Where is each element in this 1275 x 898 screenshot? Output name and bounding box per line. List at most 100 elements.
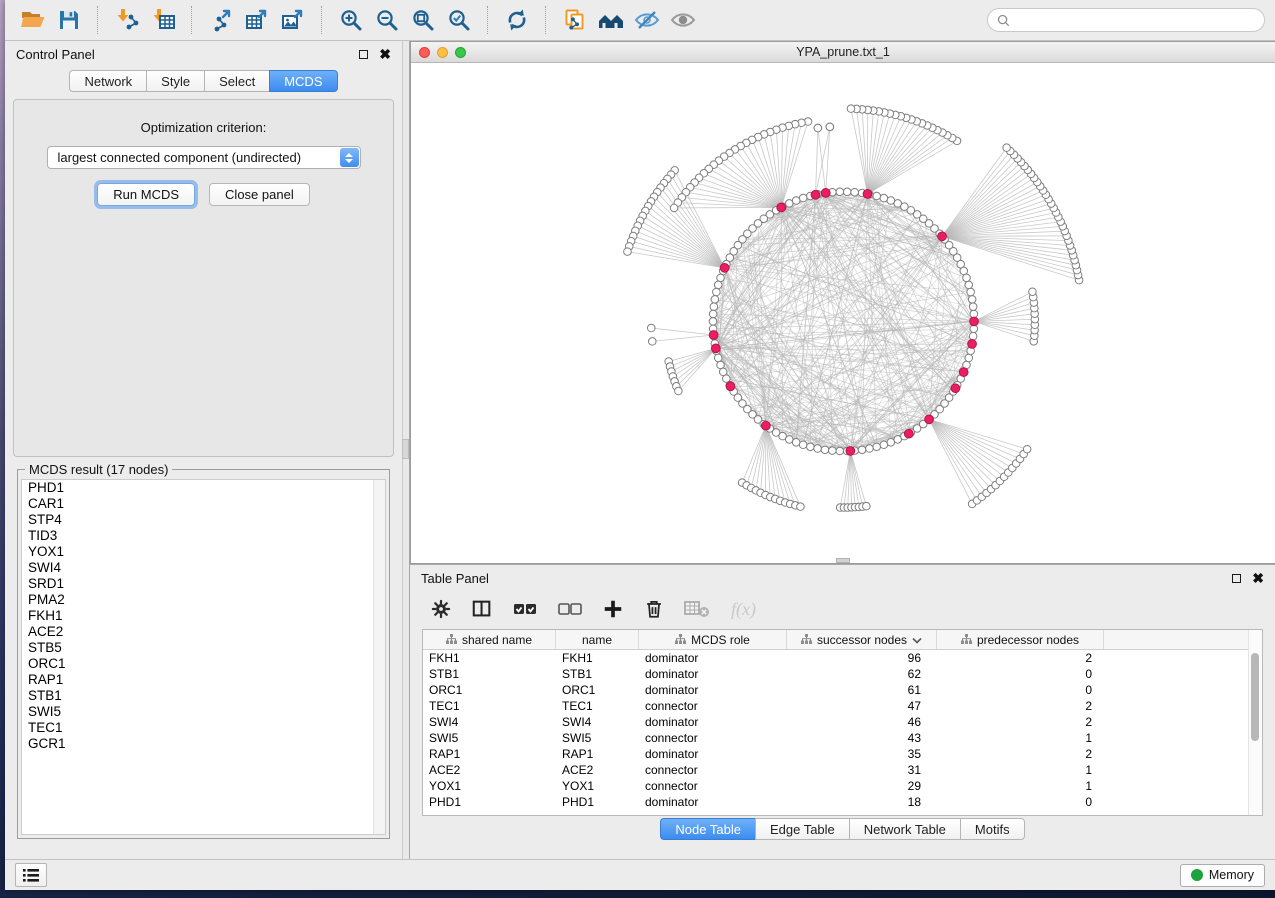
- network-node[interactable]: [714, 281, 722, 289]
- column-header-predecessor-nodes[interactable]: predecessor nodes: [937, 630, 1104, 649]
- column-header-MCDS-role[interactable]: MCDS role: [639, 630, 787, 649]
- table-row[interactable]: RAP1RAP1dominator352: [423, 746, 1262, 762]
- network-node[interactable]: [799, 441, 807, 449]
- network-node[interactable]: [792, 439, 800, 447]
- window-maximize-icon[interactable]: [455, 47, 466, 58]
- column-header-name[interactable]: name: [556, 630, 639, 649]
- network-node[interactable]: [713, 288, 721, 296]
- network-node[interactable]: [624, 248, 632, 256]
- network-node[interactable]: [829, 447, 837, 455]
- run-mcds-button[interactable]: Run MCDS: [97, 183, 195, 206]
- network-node[interactable]: [675, 387, 683, 395]
- network-node[interactable]: [717, 274, 725, 282]
- list-item[interactable]: ORC1: [22, 656, 385, 672]
- open-session-button[interactable]: [15, 4, 51, 36]
- tab-network[interactable]: Network: [69, 70, 146, 92]
- network-node[interactable]: [967, 288, 975, 296]
- network-node[interactable]: [880, 194, 888, 202]
- network-node[interactable]: [711, 296, 719, 304]
- list-item[interactable]: ACE2: [22, 624, 385, 640]
- list-item[interactable]: TEC1: [22, 720, 385, 736]
- memory-button[interactable]: Memory: [1180, 864, 1265, 887]
- network-node[interactable]: [709, 310, 717, 318]
- network-node[interactable]: [968, 296, 976, 304]
- network-node[interactable]: [880, 441, 888, 449]
- network-node[interactable]: [1003, 144, 1011, 152]
- horizontal-splitter-handle[interactable]: [836, 558, 850, 563]
- mcds-dominator-node[interactable]: [761, 421, 770, 430]
- table-row[interactable]: STB1STB1dominator620: [423, 666, 1262, 682]
- close-panel-button[interactable]: Close panel: [209, 183, 310, 206]
- network-node[interactable]: [847, 105, 855, 113]
- tab-node-table[interactable]: Node Table: [660, 818, 755, 840]
- mcds-dominator-node[interactable]: [811, 190, 820, 199]
- network-node[interactable]: [866, 445, 874, 453]
- table-row[interactable]: ORC1ORC1dominator610: [423, 682, 1262, 698]
- select-all-rows-button[interactable]: [512, 598, 538, 623]
- mcds-dominator-node[interactable]: [959, 368, 968, 377]
- network-node[interactable]: [836, 188, 844, 196]
- table-row[interactable]: ACE2ACE2connector311: [423, 762, 1262, 778]
- tab-select[interactable]: Select: [204, 70, 269, 92]
- list-item[interactable]: SRD1: [22, 576, 385, 592]
- search-input[interactable]: [1015, 12, 1255, 28]
- new-network-from-selection-button[interactable]: [557, 4, 593, 36]
- column-header-shared-name[interactable]: shared name: [423, 630, 556, 649]
- mcds-dominator-node[interactable]: [970, 317, 979, 326]
- window-minimize-icon[interactable]: [437, 47, 448, 58]
- zoom-out-button[interactable]: [369, 4, 405, 36]
- first-neighbors-button[interactable]: [593, 4, 629, 36]
- vertical-splitter[interactable]: [402, 41, 410, 859]
- mcds-dominator-node[interactable]: [863, 190, 872, 199]
- mcds-result-scrollbar[interactable]: [373, 480, 385, 834]
- table-row[interactable]: PHD1PHD1dominator180: [423, 794, 1262, 810]
- network-node[interactable]: [647, 324, 655, 332]
- network-node[interactable]: [851, 188, 859, 196]
- network-node[interactable]: [814, 445, 822, 453]
- network-node[interactable]: [826, 123, 834, 131]
- column-header-successor-nodes[interactable]: successor nodes: [787, 630, 937, 649]
- list-item[interactable]: SWI5: [22, 704, 385, 720]
- close-panel-icon[interactable]: ✖: [379, 47, 391, 61]
- network-node[interactable]: [648, 338, 656, 346]
- network-node[interactable]: [836, 447, 844, 455]
- optimization-criterion-select[interactable]: largest connected component (undirected): [47, 146, 361, 169]
- hide-selected-button[interactable]: [629, 4, 665, 36]
- list-item[interactable]: FKH1: [22, 608, 385, 624]
- mcds-dominator-node[interactable]: [846, 447, 855, 456]
- mcds-dominator-node[interactable]: [777, 203, 786, 212]
- show-all-button[interactable]: [665, 4, 701, 36]
- network-node[interactable]: [873, 192, 881, 200]
- network-node[interactable]: [858, 446, 866, 454]
- mcds-dominator-node[interactable]: [821, 189, 830, 198]
- network-node[interactable]: [714, 354, 722, 362]
- network-node[interactable]: [710, 303, 718, 311]
- network-node[interactable]: [963, 274, 971, 282]
- table-row[interactable]: FKH1FKH1dominator962: [423, 650, 1262, 666]
- network-node[interactable]: [965, 281, 973, 289]
- zoom-in-button[interactable]: [333, 4, 369, 36]
- table-row[interactable]: SWI5SWI5connector431: [423, 730, 1262, 746]
- float-table-panel-icon[interactable]: [1232, 574, 1241, 583]
- list-item[interactable]: STB5: [22, 640, 385, 656]
- network-node[interactable]: [821, 446, 829, 454]
- network-node[interactable]: [709, 318, 717, 326]
- tab-style[interactable]: Style: [146, 70, 204, 92]
- list-item[interactable]: YOX1: [22, 544, 385, 560]
- toggle-column-panel-button[interactable]: [471, 598, 493, 623]
- export-network-button[interactable]: [203, 4, 239, 36]
- deselect-all-rows-button[interactable]: [557, 598, 583, 623]
- mcds-dominator-node[interactable]: [711, 344, 720, 353]
- mcds-dominator-node[interactable]: [904, 429, 913, 438]
- network-node[interactable]: [814, 124, 822, 132]
- export-table-button[interactable]: [239, 4, 275, 36]
- export-image-button[interactable]: [275, 4, 311, 36]
- search-field[interactable]: [987, 8, 1265, 32]
- network-node[interactable]: [843, 188, 851, 196]
- table-row[interactable]: TEC1TEC1connector472: [423, 698, 1262, 714]
- apply-preferred-layout-button[interactable]: [499, 4, 535, 36]
- list-item[interactable]: PMA2: [22, 592, 385, 608]
- network-node[interactable]: [969, 332, 977, 340]
- table-options-gear-button[interactable]: [430, 598, 452, 623]
- network-node[interactable]: [969, 303, 977, 311]
